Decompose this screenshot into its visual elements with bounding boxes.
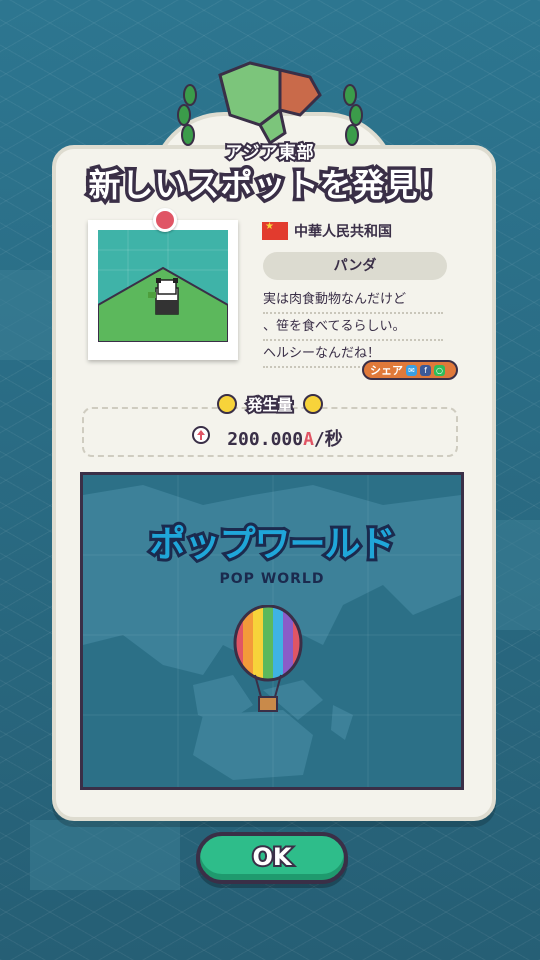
panda-illustration bbox=[98, 230, 228, 342]
game-logo-en: POP WORLD bbox=[219, 571, 325, 587]
photo-pin bbox=[153, 208, 177, 232]
production-title: 発生量 bbox=[245, 394, 294, 416]
share-button[interactable]: シェア ✉ f ○ bbox=[362, 360, 458, 380]
china-flag-icon bbox=[262, 221, 288, 240]
description-line: 実は肉食動物なんだけど bbox=[263, 290, 443, 314]
share-label: シェア bbox=[370, 364, 403, 377]
production-value: 200.000A/秒 bbox=[0, 425, 540, 451]
production-unit: A bbox=[303, 429, 314, 450]
country-row: 中華人民共和国 bbox=[262, 220, 392, 242]
country-name: 中華人民共和国 bbox=[294, 224, 392, 240]
mail-icon: ✉ bbox=[406, 364, 417, 376]
production-amount: 200.000 bbox=[227, 429, 304, 450]
discovery-headline: 新しいスポットを発見！ bbox=[85, 163, 454, 208]
spot-photo bbox=[88, 220, 238, 360]
facebook-icon: f bbox=[420, 364, 431, 376]
world-map-panel: ポップワールド POP WORLD bbox=[80, 472, 464, 790]
hot-air-balloon-icon bbox=[233, 605, 303, 712]
spot-name: パンダ bbox=[263, 252, 447, 280]
background-land bbox=[30, 820, 180, 890]
ok-button[interactable]: OK bbox=[196, 832, 348, 884]
description-line: 、笹を食べてるらしい。 bbox=[263, 317, 443, 341]
game-logo: ポップワールド bbox=[146, 521, 398, 568]
production-per: /秒 bbox=[313, 429, 343, 450]
line-icon: ○ bbox=[434, 364, 445, 376]
spot-description: 実は肉食動物なんだけど 、笹を食べてるらしい。 ヘルシーなんだね！ bbox=[263, 290, 443, 371]
